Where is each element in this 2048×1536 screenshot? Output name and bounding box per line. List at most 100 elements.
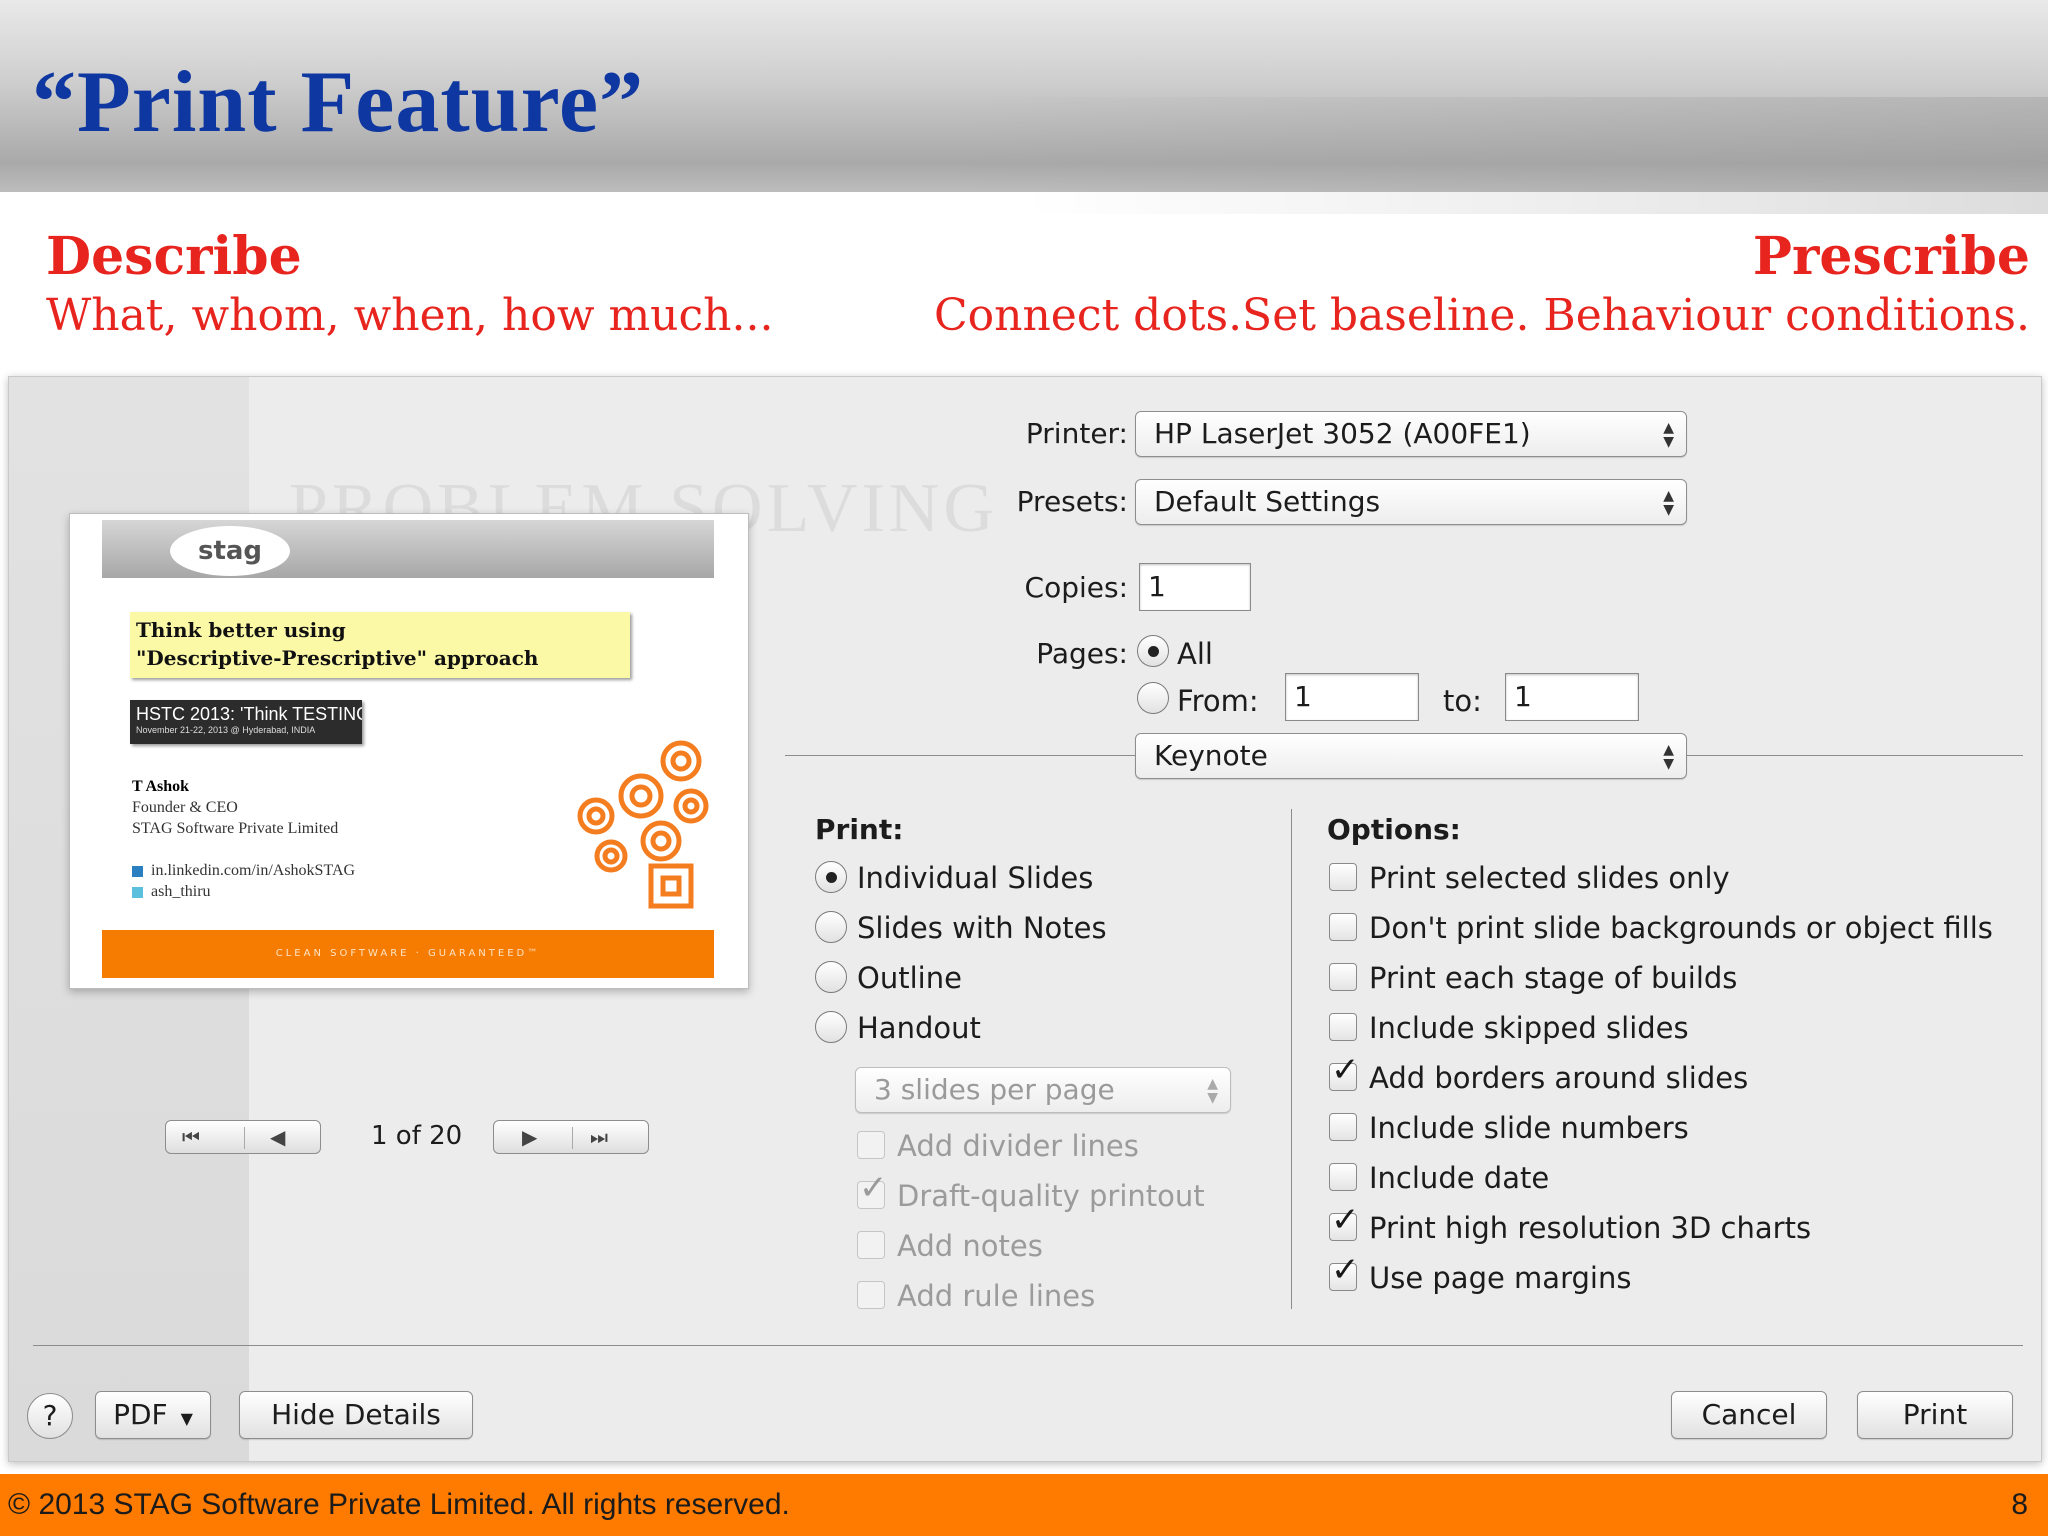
printer-value: HP LaserJet 3052 (A00FE1) bbox=[1154, 417, 1531, 450]
radio-handout[interactable] bbox=[815, 1011, 847, 1043]
checkbox-add-divider-lines[interactable] bbox=[857, 1131, 885, 1159]
up-down-arrows-icon: ▲ ▼ bbox=[1663, 488, 1674, 518]
checkbox-add-notes[interactable] bbox=[857, 1231, 885, 1259]
label-outline: Outline bbox=[857, 961, 962, 995]
printer-label: Printer: bbox=[1025, 417, 1128, 450]
pages-all-label: All bbox=[1177, 637, 1213, 671]
checkbox-skipped-slides[interactable] bbox=[1329, 1013, 1357, 1041]
describe-heading: Describe bbox=[46, 226, 302, 287]
checkbox-3d-charts[interactable]: ✓ bbox=[1329, 1203, 1360, 1241]
stag-logo: stag bbox=[170, 526, 290, 576]
presenter-role: Founder & CEO bbox=[132, 799, 238, 816]
copies-input[interactable]: 1 bbox=[1139, 563, 1251, 611]
help-button[interactable]: ? bbox=[27, 1393, 73, 1439]
label-skipped-slides: Include skipped slides bbox=[1369, 1011, 1689, 1045]
label-draft-quality: Draft-quality printout bbox=[897, 1179, 1205, 1213]
checkbox-add-rule-lines[interactable] bbox=[857, 1281, 885, 1309]
hide-details-button[interactable]: Hide Details bbox=[239, 1391, 473, 1439]
pages-all-radio[interactable] bbox=[1137, 635, 1169, 667]
section-divider-left bbox=[785, 755, 1137, 756]
linkedin-icon bbox=[132, 865, 143, 877]
preview-header: stag bbox=[102, 520, 714, 578]
checkbox-print-selected-only[interactable] bbox=[1329, 863, 1357, 891]
describe-text: What, whom, when, how much... bbox=[46, 290, 774, 341]
preview-footer: CLEAN SOFTWARE · GUARANTEED™ bbox=[102, 930, 714, 978]
twitter-handle: ash_thiru bbox=[151, 883, 211, 900]
page-counter: 1 of 20 bbox=[371, 1121, 463, 1151]
header-divider bbox=[0, 192, 2048, 214]
prescribe-heading: Prescribe bbox=[1752, 226, 2030, 287]
radio-individual-slides[interactable] bbox=[815, 861, 847, 893]
checkbox-page-margins[interactable]: ✓ bbox=[1329, 1253, 1360, 1291]
dropdown-arrow-icon: ▼ bbox=[180, 1409, 193, 1428]
column-divider bbox=[1291, 809, 1292, 1309]
copies-label: Copies: bbox=[1024, 571, 1128, 604]
options-section-title: Options: bbox=[1327, 813, 1461, 846]
previous-page-icon[interactable]: ◀ bbox=[270, 1125, 285, 1149]
copyright-text: © 2013 STAG Software Private Limited. Al… bbox=[8, 1488, 790, 1521]
label-each-stage-builds: Print each stage of builds bbox=[1369, 961, 1738, 995]
presets-label: Presets: bbox=[1016, 485, 1128, 518]
label-add-notes: Add notes bbox=[897, 1229, 1043, 1263]
label-include-date: Include date bbox=[1369, 1161, 1550, 1195]
slide-title: “Print Feature” bbox=[32, 54, 645, 151]
checkmark-icon: ✓ bbox=[859, 1168, 888, 1208]
handout-layout-select[interactable]: 3 slides per page ▲ ▼ bbox=[855, 1067, 1231, 1113]
event-badge-subtitle: November 21-22, 2013 @ Hyderabad, INDIA bbox=[136, 725, 316, 735]
print-dialog: PROBLEM SOLVING stag Think better using … bbox=[8, 376, 2042, 1462]
swirl-decoration-icon bbox=[577, 740, 709, 909]
pages-to-input[interactable]: 1 bbox=[1505, 673, 1639, 721]
radio-outline[interactable] bbox=[815, 961, 847, 993]
pages-from-label: From: bbox=[1177, 684, 1259, 718]
checkbox-borders[interactable]: ✓ bbox=[1329, 1053, 1360, 1091]
label-3d-charts: Print high resolution 3D charts bbox=[1369, 1211, 1812, 1245]
presenter-links: in.linkedin.com/in/AshokSTAG ash_thiru bbox=[132, 860, 355, 902]
presenter-company: STAG Software Private Limited bbox=[132, 820, 339, 837]
checkbox-each-stage-builds[interactable] bbox=[1329, 963, 1357, 991]
checkbox-slide-numbers[interactable] bbox=[1329, 1113, 1357, 1141]
label-handout: Handout bbox=[857, 1011, 981, 1045]
print-button[interactable]: Print bbox=[1857, 1391, 2013, 1439]
label-add-divider-lines: Add divider lines bbox=[897, 1129, 1139, 1163]
checkbox-draft-quality[interactable]: ✓ bbox=[857, 1171, 888, 1209]
label-add-rule-lines: Add rule lines bbox=[897, 1279, 1096, 1313]
next-page-icon[interactable]: ▶ bbox=[522, 1125, 537, 1149]
pages-to-label: to: bbox=[1443, 684, 1482, 718]
label-individual-slides: Individual Slides bbox=[857, 861, 1094, 895]
section-divider-right bbox=[1687, 755, 2023, 756]
pdf-menu-button[interactable]: PDF ▼ bbox=[95, 1391, 211, 1439]
checkbox-include-date[interactable] bbox=[1329, 1163, 1357, 1191]
slide-footer: © 2013 STAG Software Private Limited. Al… bbox=[0, 1474, 2048, 1536]
presets-value: Default Settings bbox=[1154, 485, 1381, 518]
handout-layout-value: 3 slides per page bbox=[874, 1073, 1115, 1106]
up-down-arrows-icon: ▲ ▼ bbox=[1663, 742, 1674, 772]
presets-select[interactable]: Default Settings ▲ ▼ bbox=[1135, 479, 1687, 525]
cancel-button[interactable]: Cancel bbox=[1671, 1391, 1827, 1439]
pages-from-input[interactable]: 1 bbox=[1285, 673, 1419, 721]
presenter-info: T Ashok Founder & CEO STAG Software Priv… bbox=[132, 776, 338, 839]
last-page-icon[interactable]: ⏭ bbox=[590, 1125, 608, 1149]
page-number: 8 bbox=[2011, 1488, 2028, 1521]
twitter-icon bbox=[132, 886, 143, 898]
presenter-name: T Ashok bbox=[132, 778, 190, 795]
radio-slides-with-notes[interactable] bbox=[815, 911, 847, 943]
label-borders: Add borders around slides bbox=[1369, 1061, 1749, 1095]
event-badge-title: HSTC 2013: 'Think TESTING' bbox=[136, 704, 362, 724]
first-page-icon[interactable]: ⏮ bbox=[182, 1125, 200, 1149]
bottom-divider bbox=[33, 1345, 2023, 1346]
pdf-button-label: PDF bbox=[113, 1398, 168, 1431]
label-page-margins: Use page margins bbox=[1369, 1261, 1632, 1295]
printer-select[interactable]: HP LaserJet 3052 (A00FE1) ▲ ▼ bbox=[1135, 411, 1687, 457]
app-settings-select[interactable]: Keynote ▲ ▼ bbox=[1135, 733, 1687, 779]
pages-from-radio[interactable] bbox=[1137, 682, 1169, 714]
linkedin-url: in.linkedin.com/in/AshokSTAG bbox=[151, 862, 356, 879]
label-no-backgrounds: Don't print slide backgrounds or object … bbox=[1369, 911, 1993, 945]
label-slides-with-notes: Slides with Notes bbox=[857, 911, 1107, 945]
pager-back-group: ⏮ ◀ bbox=[165, 1120, 321, 1154]
print-section-title: Print: bbox=[815, 813, 904, 846]
checkmark-icon: ✓ bbox=[1331, 1050, 1360, 1090]
prescribe-text: Connect dots.Set baseline. Behaviour con… bbox=[933, 290, 2030, 341]
checkbox-no-backgrounds[interactable] bbox=[1329, 913, 1357, 941]
label-slide-numbers: Include slide numbers bbox=[1369, 1111, 1689, 1145]
up-down-arrows-icon: ▲ ▼ bbox=[1207, 1076, 1218, 1106]
